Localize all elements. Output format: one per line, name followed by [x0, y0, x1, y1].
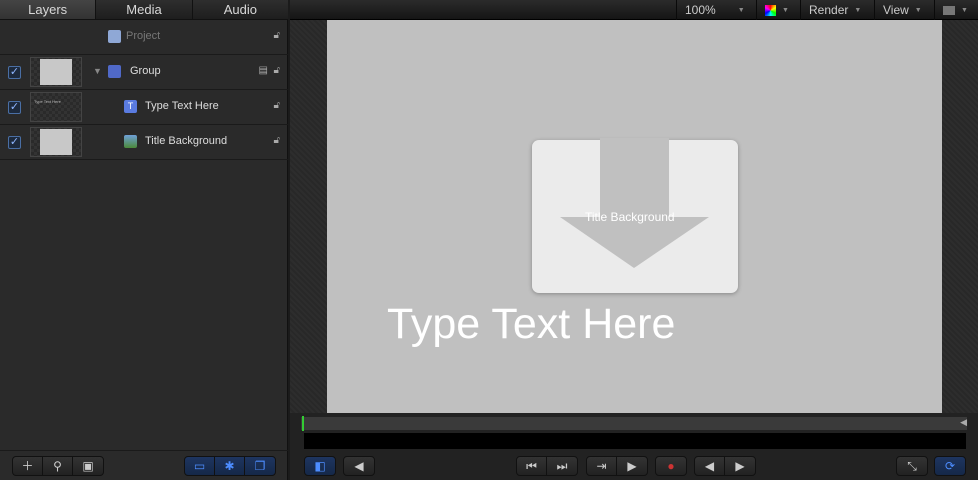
project-row[interactable]: Project 🔓︎ — [0, 20, 288, 55]
thumbnail-toggle-icon[interactable]: ▭ — [185, 457, 215, 475]
layer-name: Type Text Here — [145, 100, 219, 112]
layer-name: Title Background — [145, 135, 228, 147]
channels-dropdown[interactable]: ▼ — [756, 0, 800, 20]
visibility-checkbox[interactable]: ✓ — [8, 101, 21, 114]
canvas[interactable]: Title Background Type Text Here — [327, 20, 942, 413]
window-layout-dropdown[interactable]: ▼ — [934, 0, 978, 20]
layers-stack-icon[interactable]: ❐ — [245, 457, 275, 475]
tab-layers[interactable]: Layers — [0, 0, 97, 19]
tab-audio[interactable]: Audio — [193, 0, 288, 19]
visibility-checkbox[interactable]: ✓ — [8, 66, 21, 79]
fullscreen-icon[interactable]: ⤡ — [897, 457, 927, 475]
window-icon — [943, 6, 955, 16]
lock-icon[interactable]: 🔓︎ — [274, 100, 280, 111]
color-channels-icon — [765, 5, 776, 17]
layers-panel: Layers Media Audio Project 🔓︎ ✓ ▼ Group … — [0, 0, 288, 480]
tab-media[interactable]: Media — [96, 0, 193, 19]
next-frame-icon[interactable]: ▶ — [725, 457, 755, 475]
project-icon — [108, 30, 121, 43]
render-label: Render — [809, 3, 849, 17]
title-background-label: Title Background — [585, 210, 675, 224]
out-point-marker[interactable]: ◀ — [960, 417, 967, 428]
image-layer-icon — [124, 135, 137, 148]
loop-icon[interactable]: ⟳ — [935, 457, 965, 475]
layer-row-text[interactable]: ✓ Type Text Here T Type Text Here 🔓︎ — [0, 90, 288, 125]
add-icon[interactable]: ＋ — [13, 457, 43, 475]
play-icon[interactable]: ▶ — [617, 457, 647, 475]
lock-icon[interactable]: 🔓︎ — [274, 30, 280, 41]
mini-timeline[interactable] — [304, 433, 966, 449]
audio-icon[interactable]: ◀ — [344, 457, 374, 475]
gear-icon[interactable]: ✱ — [215, 457, 245, 475]
playhead[interactable] — [302, 416, 304, 431]
layer-name: Group — [130, 65, 161, 77]
view-toggles: ▭ ✱ ❐ — [184, 456, 276, 476]
visibility-checkbox[interactable]: ✓ — [8, 136, 21, 149]
go-to-start-icon[interactable]: ⏮ — [517, 457, 547, 475]
render-dropdown[interactable]: Render ▼ — [800, 0, 874, 20]
zoom-dropdown[interactable]: 100% ▼ — [676, 0, 756, 20]
thumb-text: Type Text Here — [34, 99, 61, 104]
view-label: View — [883, 3, 909, 17]
text-layer-icon: T — [124, 100, 137, 113]
layer-actions: ＋ ⚲ ▣ — [12, 456, 104, 476]
record-icon[interactable]: ● — [656, 457, 686, 475]
canvas-toolbar: 100% ▼ ▼ Render ▼ View ▼ ▼ — [290, 0, 978, 20]
layer-thumbnail — [30, 127, 82, 157]
canvas-stage: Title Background Type Text Here — [290, 20, 978, 413]
zoom-value: 100% — [685, 3, 716, 17]
layer-thumbnail: Type Text Here — [30, 92, 82, 122]
canvas-text[interactable]: Type Text Here — [387, 300, 675, 349]
layer-stack-icon[interactable]: ▤ — [259, 65, 268, 76]
lock-icon[interactable]: 🔓︎ — [274, 135, 280, 146]
previous-frame-icon[interactable]: ◀ — [695, 457, 725, 475]
panel-tabs: Layers Media Audio — [0, 0, 288, 20]
isolate-icon[interactable]: ▣ — [73, 457, 103, 475]
layer-row-group[interactable]: ✓ ▼ Group ▤ 🔓︎ — [0, 55, 288, 90]
layer-thumbnail — [30, 57, 82, 87]
view-dropdown[interactable]: View ▼ — [874, 0, 934, 20]
canvas-panel: 100% ▼ ▼ Render ▼ View ▼ ▼ Title Background… — [290, 0, 978, 480]
timing-display-icon[interactable]: ◧ — [305, 457, 335, 475]
search-icon[interactable]: ⚲ — [43, 457, 73, 475]
timeline-ruler[interactable]: ◀ — [300, 416, 968, 431]
project-label: Project — [126, 30, 161, 42]
layer-row-image[interactable]: ✓ Title Background 🔓︎ — [0, 125, 288, 160]
lock-icon[interactable]: 🔓︎ — [274, 65, 280, 76]
disclosure-triangle-icon[interactable]: ▼ — [93, 66, 102, 76]
group-icon — [108, 65, 121, 78]
go-to-end-icon[interactable]: ⏭ — [547, 457, 577, 475]
play-from-start-icon[interactable]: ⇥ — [587, 457, 617, 475]
